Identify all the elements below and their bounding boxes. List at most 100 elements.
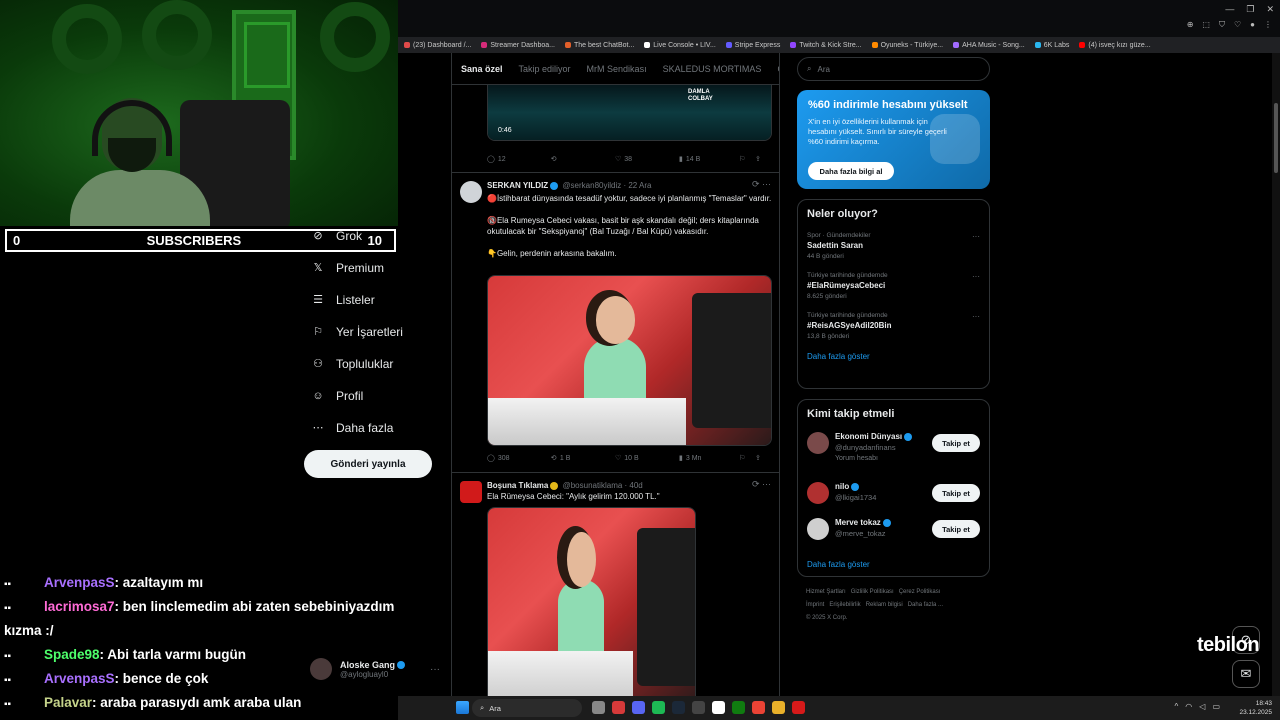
tweet-image[interactable] (487, 275, 772, 446)
share-button[interactable]: ⇪ (755, 155, 761, 163)
xbox-icon[interactable] (732, 701, 745, 714)
footer-link[interactable]: Gizlilik Politikası (851, 589, 894, 595)
bookmark-item[interactable]: Live Console • LIV... (644, 42, 716, 49)
chat-username[interactable]: lacrimosa7 (44, 599, 115, 614)
windows-start-icon[interactable] (456, 701, 469, 714)
extension-icon[interactable]: ⬚ (1202, 20, 1210, 30)
footer-link[interactable]: Hizmet Şartları (806, 589, 846, 595)
timeline-tab[interactable]: Takip ediliyor (519, 64, 571, 74)
repost-button[interactable]: ⟲ 1 B (551, 454, 615, 463)
nav-item-daha-fazla[interactable]: ⋯ Daha fazla (300, 412, 450, 444)
timeline-tab[interactable]: Oy (777, 64, 779, 74)
more-icon[interactable]: ··· (972, 272, 980, 281)
repost-button[interactable]: ⟲ (551, 155, 615, 163)
minimize-icon[interactable]: — (1225, 4, 1234, 15)
views-button[interactable]: ▮ 14 B (679, 155, 739, 164)
avatar[interactable] (460, 181, 482, 203)
bookmark-item[interactable]: Oyuneks - Türkiye... (871, 42, 943, 49)
search-input[interactable]: ⌕ Ara (797, 57, 990, 81)
follow-suggestion[interactable]: Ekonomi Dünyası @dunyadanfinans Yorum hesa… (807, 432, 980, 482)
heart-icon[interactable]: ♡ (1234, 20, 1241, 30)
more-icon[interactable]: ··· (972, 232, 980, 241)
bookmark-item[interactable]: (23) Dashboard /... (404, 42, 471, 49)
close-icon[interactable]: ✕ (1266, 4, 1274, 15)
nav-item-premium[interactable]: 𝕏 Premium (300, 252, 450, 284)
bookmark-item[interactable]: Stripe Express (725, 42, 780, 49)
scrollbar[interactable] (1272, 53, 1280, 696)
author-name[interactable]: Boşuna Tıklama (487, 481, 548, 490)
share-button[interactable]: ⇪ (755, 454, 761, 462)
bookmark-button[interactable]: ⚐ (739, 454, 755, 462)
taskbar-search[interactable]: ⌕ Ara (472, 699, 582, 717)
trend-item[interactable]: Türkiye tarihinde gündemde #ReisAGSyeAdil… (807, 312, 980, 340)
nav-item-grok[interactable]: ⊘ Grok (300, 220, 450, 252)
steam-icon[interactable] (672, 701, 685, 714)
bookmark-item[interactable]: AHA Music - Song... (953, 42, 1025, 49)
author-handle[interactable]: @bosunatiklama · 40d (563, 481, 643, 490)
app-icon[interactable] (712, 701, 725, 714)
avatar[interactable] (807, 482, 829, 504)
reply-button[interactable]: ◯ 308 (487, 454, 551, 463)
author-handle[interactable]: @serkan80yildiz · 22 Ara (562, 181, 651, 190)
avatar[interactable] (807, 432, 829, 454)
wifi-icon[interactable]: ◠ (1185, 702, 1192, 711)
file-explorer-icon[interactable] (592, 701, 605, 714)
follow-button[interactable]: Takip et (932, 434, 980, 452)
bookmark-item[interactable]: Streamer Dashboa... (481, 42, 555, 49)
epic-games-icon[interactable] (692, 701, 705, 714)
avatar[interactable] (460, 481, 482, 503)
chat-username[interactable]: Palavar (44, 695, 92, 710)
tweet[interactable]: Boşuna Tıklama @bosunatiklama · 40d ⟳ ··… (452, 473, 779, 696)
shield-icon[interactable]: ⛉ (1219, 20, 1225, 30)
timeline-tab[interactable]: MrM Sendikası (587, 64, 647, 74)
post-button[interactable]: Gönderi yayınla (304, 450, 432, 478)
chat-username[interactable]: ArvenpasS (44, 671, 115, 686)
more-icon[interactable]: ⟳ ··· (752, 179, 771, 190)
trend-item[interactable]: Türkiye tarihinde gündemde #ElaRümeysaCeb… (807, 272, 980, 300)
bookmark-item[interactable]: Twitch & Kick Stre... (790, 42, 862, 49)
tweet-image[interactable] (487, 507, 696, 696)
discord-icon[interactable] (632, 701, 645, 714)
tweet[interactable]: SERKAN YILDIZ @serkan80yildiz · 22 Ara ⟳… (452, 173, 779, 473)
like-button[interactable]: ♡ 10 B (615, 454, 679, 463)
follow-button[interactable]: Takip et (932, 520, 980, 538)
chat-username[interactable]: Spade98 (44, 647, 100, 662)
views-button[interactable]: ▮ 3 Mn (679, 454, 739, 463)
like-button[interactable]: ♡ 38 (615, 155, 679, 164)
battery-icon[interactable]: ▭ (1212, 702, 1220, 711)
follow-suggestion[interactable]: Merve tokaz @merve_tokaz Takip et (807, 518, 980, 562)
footer-link[interactable]: İmprint (806, 602, 824, 608)
footer-link[interactable]: Reklam bilgisi (866, 602, 903, 608)
more-icon[interactable]: ⟳ ··· (752, 479, 771, 490)
menu-icon[interactable]: ⋮ (1264, 20, 1272, 30)
follow-button[interactable]: Takip et (932, 484, 980, 502)
maximize-icon[interactable]: ❐ (1246, 4, 1254, 15)
more-icon[interactable]: ··· (430, 664, 440, 675)
timeline-tab[interactable]: SKALEDUS MORTIMAS (663, 64, 762, 74)
more-icon[interactable]: ··· (972, 312, 980, 321)
timeline-tab[interactable]: Sana özel (461, 64, 503, 74)
bookmark-button[interactable]: ⚐ (739, 155, 755, 163)
messages-icon[interactable]: ✉ (1232, 660, 1260, 688)
nav-item-yer-i-aretleri[interactable]: ⚐ Yer İşaretleri (300, 316, 450, 348)
chrome-icon[interactable] (752, 701, 765, 714)
follow-suggestion[interactable]: nilo @lkigai1734 Takip et (807, 482, 980, 518)
volume-icon[interactable]: ◁ (1199, 702, 1205, 711)
folder-icon[interactable] (772, 701, 785, 714)
learn-more-button[interactable]: Daha fazla bilgi al (808, 162, 894, 180)
chevron-up-icon[interactable]: ^ (1175, 702, 1179, 711)
footer-link[interactable]: Çerez Politikası (899, 589, 941, 595)
clock[interactable]: 18:43 23.12.2025 (1239, 699, 1272, 717)
trend-item[interactable]: Spor · Gündemdekiler Sadettin Saran 44 B g… (807, 232, 980, 260)
nav-item-profil[interactable]: ☺ Profil (300, 380, 450, 412)
chat-username[interactable]: ArvenpasS (44, 575, 115, 590)
zoom-icon[interactable]: ⊕ (1187, 20, 1194, 30)
bookmark-item[interactable]: The best ChatBot... (564, 42, 634, 49)
nav-item-topluluklar[interactable]: ⚇ Topluluklar (300, 348, 450, 380)
opera-icon[interactable] (612, 701, 625, 714)
spotify-icon[interactable] (652, 701, 665, 714)
app-icon[interactable] (792, 701, 805, 714)
footer-link[interactable]: © 2025 X Corp. (806, 615, 847, 621)
bookmark-item[interactable]: 6K Labs (1034, 42, 1069, 49)
author-name[interactable]: SERKAN YILDIZ (487, 181, 548, 190)
